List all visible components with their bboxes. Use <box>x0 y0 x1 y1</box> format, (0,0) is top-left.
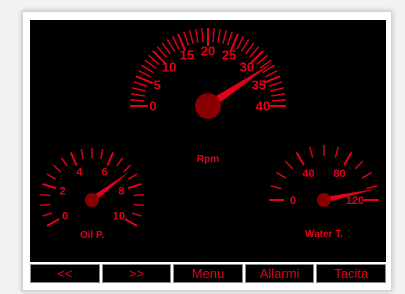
oil-pressure-gauge: 0 24 68 10 Oil P. <box>40 148 144 241</box>
water-tick-label: 80 <box>333 168 345 180</box>
water-tick-label: 120 <box>346 195 364 207</box>
rpm-tick-label: 0 <box>149 99 156 114</box>
rpm-tick-label: 25 <box>222 48 236 63</box>
rpm-tick <box>264 69 278 78</box>
water-temp-needle-hub <box>317 193 331 207</box>
rpm-tick <box>236 36 245 50</box>
water-tick <box>334 146 339 158</box>
water-temp-gauge: 0 40 80 120 Water T. <box>269 145 379 240</box>
function-button-bar: << >> Menu Allarmi Tacita <box>30 264 386 283</box>
water-tick <box>295 151 305 166</box>
water-tick <box>343 151 353 166</box>
oil-tick <box>80 148 84 160</box>
rpm-tick <box>161 42 171 55</box>
oil-tick <box>40 203 51 207</box>
rpm-tick <box>201 28 204 43</box>
oil-tick <box>116 157 124 167</box>
oil-tick <box>42 182 57 190</box>
oil-tick <box>40 193 51 197</box>
rpm-tick <box>222 29 227 44</box>
rpm-tick <box>245 42 255 55</box>
rpm-tick <box>141 64 154 74</box>
rpm-tick <box>270 87 285 92</box>
oil-tick <box>122 164 132 173</box>
oil-tick <box>69 152 78 166</box>
rpm-tick <box>195 28 199 43</box>
rpm-tick <box>271 99 286 102</box>
menu-button[interactable]: Menu <box>173 264 243 283</box>
rpm-tick <box>171 36 180 50</box>
oil-tick <box>106 152 115 166</box>
oil-tick <box>127 182 142 190</box>
rpm-tick <box>138 69 152 78</box>
rpm-tick-label: 30 <box>240 60 254 75</box>
oil-tick-label: 6 <box>102 167 108 179</box>
alarms-button[interactable]: Allarmi <box>244 264 315 283</box>
oil-tick <box>128 173 138 180</box>
water-tick <box>309 146 314 158</box>
next-button[interactable]: >> <box>101 264 172 283</box>
rpm-tick <box>130 99 145 102</box>
oil-tick <box>46 173 56 180</box>
rpm-tick-label: 10 <box>162 60 176 75</box>
silence-button[interactable]: Tacita <box>316 264 386 283</box>
oil-tick <box>133 193 144 197</box>
rpm-tick <box>166 39 176 52</box>
rpm-tick <box>217 28 221 43</box>
rpm-gauge-label: Rpm <box>197 154 219 165</box>
oil-pressure-gauge-label: Oil P. <box>80 230 104 241</box>
rpm-tick <box>144 59 157 69</box>
rpm-tick <box>271 93 286 97</box>
gauges-canvas: 051015 20 25303540 Rpm 024 6810 Oil P. 040 8… <box>40 28 379 241</box>
oil-tick <box>100 148 104 160</box>
rpm-tick-label: 40 <box>256 99 270 114</box>
oil-tick <box>42 212 53 217</box>
water-tick-label: 40 <box>302 168 314 180</box>
rpm-tick-label: 35 <box>252 78 266 93</box>
oil-tick-label: 2 <box>59 185 65 197</box>
rpm-tick <box>189 29 194 44</box>
oil-tick <box>133 203 144 207</box>
oil-tick <box>124 218 138 227</box>
rpm-tick-label: 20 <box>201 44 215 59</box>
rpm-tick <box>268 81 283 87</box>
rpm-tick <box>227 31 233 46</box>
oil-tick-label: 4 <box>76 167 83 179</box>
oil-tick <box>131 212 142 217</box>
water-tick <box>276 171 287 179</box>
water-tick <box>361 171 372 179</box>
water-tick-label: 0 <box>290 195 296 207</box>
rpm-tick-label: 15 <box>180 48 194 63</box>
rpm-tick <box>212 28 215 43</box>
rpm-gauge: 0 510 15 20 25 30 35 40 Rpm <box>130 28 286 165</box>
water-tick <box>270 185 282 190</box>
oil-tick <box>60 157 68 167</box>
oil-tick-label: 10 <box>113 210 125 222</box>
rpm-needle-hub <box>195 93 221 119</box>
rpm-tick <box>131 87 146 92</box>
rpm-tick <box>240 39 250 52</box>
water-tick <box>366 185 378 190</box>
oil-pressure-needle-hub <box>85 193 99 207</box>
oil-tick-label: 0 <box>62 210 68 222</box>
prev-button[interactable]: << <box>30 264 100 283</box>
rpm-tick <box>183 31 189 46</box>
rpm-tick-label: 5 <box>154 78 161 93</box>
water-tick <box>354 160 364 170</box>
water-temp-gauge-label: Water T. <box>305 229 343 240</box>
oil-tick-label: 8 <box>118 185 124 197</box>
water-tick <box>284 160 294 170</box>
oil-tick <box>46 218 60 227</box>
rpm-tick <box>133 81 148 87</box>
rpm-tick <box>130 93 145 97</box>
oil-tick <box>52 164 62 173</box>
